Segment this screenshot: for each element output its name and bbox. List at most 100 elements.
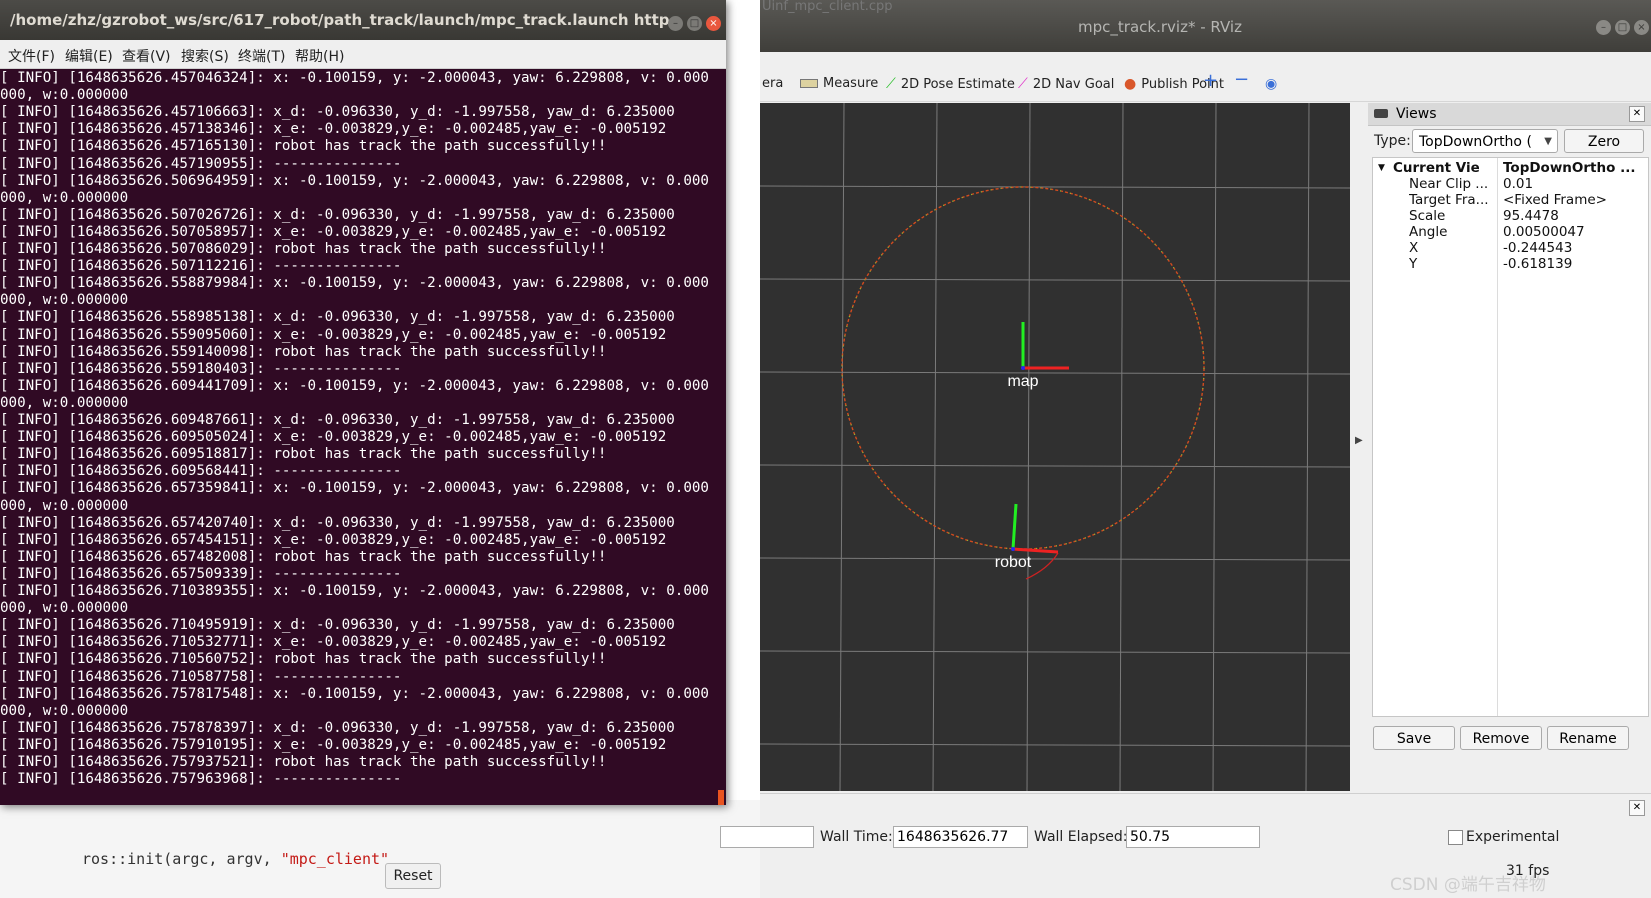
terminal-line: [ INFO] [1648635626.507086029]: robot ha… (0, 241, 607, 257)
property-value: TopDownOrtho ... (1503, 160, 1636, 176)
terminal-line: [ INFO] [1648635626.657454151]: x_e: -0.… (0, 531, 667, 548)
menu-view[interactable]: 查看(V) (122, 46, 171, 66)
menu-edit[interactable]: 编辑(E) (65, 46, 113, 66)
terminal-line: 000, w:0.000000 (0, 600, 129, 617)
close-icon[interactable]: ✕ (1629, 800, 1645, 816)
rviz-titlebar: Uinf_mpc_client.cpp mpc_track.rviz* - RV… (760, 0, 1651, 52)
terminal-line: [ INFO] [1648635626.457165130]: robot ha… (0, 138, 607, 155)
3d-viewport[interactable]: map robot (760, 103, 1350, 791)
terminal-line: [ INFO] [1648635626.457138346]: x_e: -0.… (0, 121, 667, 138)
terminal-line: 000, w:0.000000 (0, 702, 129, 719)
property-key: Y (1409, 256, 1418, 272)
terminal-titlebar: /home/zhz/gzrobot_ws/src/617_robot/path_… (0, 0, 726, 40)
minimize-button[interactable]: – (1596, 20, 1611, 35)
terminal-line: [ INFO] [1648635626.507112216]: --------… (0, 258, 402, 275)
terminal-output[interactable]: [ INFO] [1648635626.457046324]: x: -0.10… (0, 70, 726, 805)
terminal-line: [ INFO] [1648635626.609441709]: x: -0.10… (0, 377, 709, 394)
tool-label: 2D Nav Goal (1032, 77, 1115, 92)
rename-button[interactable]: Rename (1547, 726, 1629, 750)
property-row[interactable]: X -0.244543 (1373, 240, 1650, 256)
property-value: 95.4478 (1503, 208, 1559, 224)
property-row[interactable]: Angle 0.00500047 (1373, 224, 1650, 240)
close-button[interactable]: × (1634, 20, 1649, 35)
reset-button[interactable]: Reset (385, 863, 441, 889)
code-line: ros::init(argc, argv, "mpc_client" (82, 850, 389, 868)
terminal-line: 000, w:0.000000 (0, 497, 129, 514)
property-value: 0.01 (1503, 176, 1534, 192)
wall-time-field[interactable]: 1648635626.77 (893, 826, 1028, 848)
terminal-line: [ INFO] [1648635626.559095060]: x_e: -0.… (0, 326, 667, 343)
property-row[interactable]: Y -0.618139 (1373, 256, 1650, 272)
watermark: CSDN @端午吉祥物 (1390, 875, 1546, 895)
terminal-line: [ INFO] [1648635626.506964959]: x: -0.10… (0, 172, 709, 189)
pin-icon: ● (1124, 76, 1137, 92)
terminal-line: [ INFO] [1648635626.757817548]: x: -0.10… (0, 685, 709, 702)
ros-time-field[interactable] (720, 826, 814, 848)
views-panel: Views ✕ Type: TopDownOrtho (▼ Zero ▼ Curr… (1368, 103, 1651, 791)
terminal-line: [ INFO] [1648635626.507058957]: x_e: -0.… (0, 223, 667, 240)
save-button[interactable]: Save (1373, 726, 1455, 750)
experimental-checkbox[interactable] (1448, 830, 1463, 845)
terminal-line: [ INFO] [1648635626.757878397]: x_d: -0.… (0, 719, 675, 736)
terminal-line: [ INFO] [1648635626.657359841]: x: -0.10… (0, 480, 709, 497)
menu-file[interactable]: 文件(F) (8, 46, 55, 66)
menu-help[interactable]: 帮助(H) (295, 46, 344, 66)
property-key: Near Clip ... (1409, 176, 1489, 192)
terminal-line: 000, w:0.000000 (0, 189, 129, 206)
terminal-line: [ INFO] [1648635626.757910195]: x_e: -0.… (0, 736, 667, 753)
map-origin (1021, 366, 1025, 370)
view-type-value: TopDownOrtho ( (1419, 134, 1532, 150)
terminal-line: [ INFO] [1648635626.609505024]: x_e: -0.… (0, 429, 667, 446)
terminal-menubar: 文件(F) 编辑(E) 查看(V) 搜索(S) 终端(T) 帮助(H) (0, 40, 726, 69)
wall-elapsed-field[interactable]: 50.75 (1126, 826, 1260, 848)
property-value: 0.00500047 (1503, 224, 1585, 240)
rviz-window-title: mpc_track.rviz* - RViz (1078, 18, 1242, 36)
remove-tool-icon[interactable]: − (1234, 71, 1249, 89)
terminal-line: [ INFO] [1648635626.559140098]: robot ha… (0, 343, 607, 360)
terminal-line: 000, w:0.000000 (0, 292, 129, 309)
robot-frame-label: robot (995, 554, 1032, 571)
time-panel: ✕ Wall Time: 1648635626.77 Wall Elapsed:… (720, 793, 1651, 854)
code-text: ros::init(argc, argv, (82, 850, 281, 868)
add-tool-icon[interactable]: + (1203, 72, 1218, 90)
terminal-line: [ INFO] [1648635626.757963968]: --------… (0, 771, 402, 788)
maximize-button[interactable]: □ (1615, 20, 1630, 35)
panel-splitter[interactable]: ▶ (1350, 103, 1368, 791)
tool-2d-nav-goal[interactable]: ⟋ 2D Nav Goal (1018, 75, 1114, 93)
tool-move-camera[interactable]: era (762, 75, 783, 93)
tool-2d-pose-estimate[interactable]: ⟋ 2D Pose Estimate (886, 75, 1015, 93)
experimental-label: Experimental (1466, 829, 1560, 845)
view-type-select[interactable]: TopDownOrtho (▼ (1412, 129, 1558, 153)
terminal-scrollbar[interactable] (718, 790, 724, 805)
robot-x-axis (1012, 547, 1059, 554)
property-row[interactable]: ▼ Current View TopDownOrtho ... (1373, 160, 1650, 176)
terminal-line: [ INFO] [1648635626.457190955]: --------… (0, 155, 402, 172)
terminal-line: 000, w:0.000000 (0, 394, 129, 411)
menu-search[interactable]: 搜索(S) (181, 46, 229, 66)
minimize-button[interactable]: – (668, 16, 683, 31)
terminal-line: [ INFO] [1648635626.657420740]: x_d: -0.… (0, 514, 675, 531)
menu-terminal[interactable]: 终端(T) (238, 46, 285, 66)
view-properties-tree: ▼ Current View TopDownOrtho ... Near Clip … (1372, 157, 1649, 717)
property-value: -0.618139 (1503, 256, 1573, 272)
green-arrow-icon: ⟋ (886, 76, 896, 92)
maximize-button[interactable]: □ (687, 16, 702, 31)
terminal-line: [ INFO] [1648635626.710587758]: --------… (0, 668, 402, 685)
ruler-icon (800, 79, 818, 88)
terminal-line: [ INFO] [1648635626.609568441]: --------… (0, 463, 402, 480)
close-button[interactable]: × (706, 16, 721, 31)
close-icon[interactable]: ✕ (1629, 106, 1645, 122)
property-key: Target Fra... (1409, 192, 1489, 208)
eye-icon[interactable]: ◉ (1265, 75, 1277, 93)
terminal-line: [ INFO] [1648635626.609487661]: x_d: -0.… (0, 412, 675, 428)
terminal-line: 000, w:0.000000 (0, 87, 129, 104)
terminal-line: [ INFO] [1648635626.757937521]: robot ha… (0, 754, 607, 770)
tool-measure[interactable]: Measure (800, 75, 878, 93)
rviz-window: Uinf_mpc_client.cpp mpc_track.rviz* - RV… (720, 0, 1651, 898)
property-row[interactable]: Near Clip ... 0.01 (1373, 176, 1650, 192)
type-label: Type: (1374, 133, 1411, 149)
zero-button[interactable]: Zero (1564, 129, 1644, 153)
property-row[interactable]: Scale 95.4478 (1373, 208, 1650, 224)
remove-button[interactable]: Remove (1460, 726, 1542, 750)
property-row[interactable]: Target Fra... <Fixed Frame> (1373, 192, 1650, 208)
